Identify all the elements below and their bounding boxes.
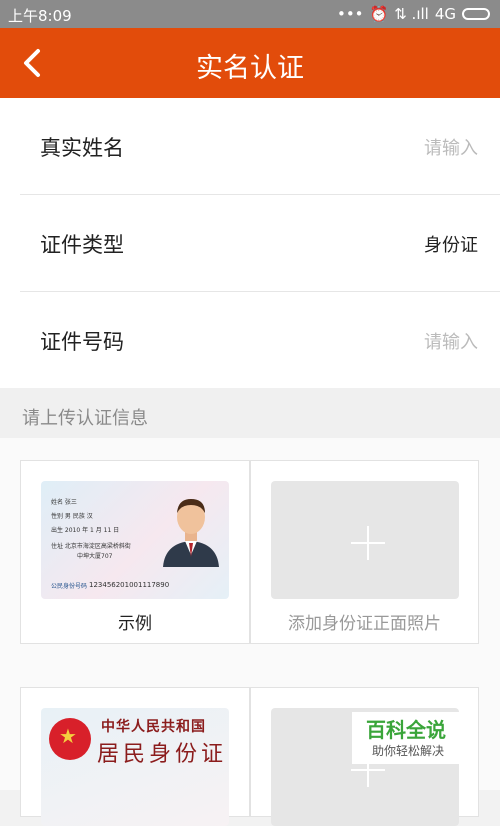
plus-icon bbox=[351, 526, 385, 560]
national-emblem-icon bbox=[49, 718, 91, 760]
front-photo-placeholder[interactable] bbox=[271, 481, 459, 599]
sample-back-cell: 中华人民共和国 居民身份证 bbox=[20, 687, 250, 826]
sample-id-card-image: 姓名 张三 性别 男 民族 汉 出生 2010 年 1 月 11 日 住址 北京… bbox=[41, 481, 229, 599]
portrait-icon bbox=[163, 499, 219, 567]
more-dots-icon: ••• bbox=[336, 5, 364, 23]
id-type-row[interactable]: 证件类型 身份证 bbox=[20, 195, 500, 292]
card-number: 123456201001117890 bbox=[89, 581, 170, 589]
watermark-logo: 百科全说 助你轻松解决 bbox=[352, 712, 462, 764]
back-card-title: 中华人民共和国 bbox=[101, 719, 206, 735]
sample-id-back-image: 中华人民共和国 居民身份证 bbox=[41, 708, 229, 826]
id-number-label: 证件号码 bbox=[40, 330, 124, 354]
upload-section-header: 请上传认证信息 bbox=[0, 388, 500, 438]
sample-cell: 姓名 张三 性别 男 民族 汉 出生 2010 年 1 月 11 日 住址 北京… bbox=[20, 460, 250, 644]
id-type-label: 证件类型 bbox=[40, 233, 124, 257]
card-line: 住址 北京市海淀区高梁桥斜街 bbox=[51, 543, 131, 550]
identity-form: 真实姓名 请输入 证件类型 身份证 证件号码 请输入 bbox=[0, 98, 500, 388]
sample-caption: 示例 bbox=[118, 614, 152, 634]
card-line: 性别 男 民族 汉 bbox=[51, 513, 93, 520]
real-name-row[interactable]: 真实姓名 请输入 bbox=[20, 98, 500, 195]
id-type-select[interactable]: 身份证 bbox=[424, 231, 478, 257]
id-number-input[interactable]: 请输入 bbox=[424, 328, 478, 354]
page-title: 实名认证 bbox=[196, 53, 304, 84]
real-name-label: 真实姓名 bbox=[40, 136, 124, 160]
back-card-subtitle: 居民身份证 bbox=[97, 742, 228, 767]
card-line: 出生 2010 年 1 月 11 日 bbox=[51, 527, 120, 534]
status-time: 上午8:09 bbox=[8, 7, 72, 25]
battery-icon bbox=[462, 8, 490, 20]
status-bar: 上午8:09 ••• ⏰ ⇅ .ıll 4G bbox=[0, 0, 500, 28]
add-front-caption: 添加身份证正面照片 bbox=[288, 614, 441, 634]
watermark-subtitle: 助你轻松解决 bbox=[372, 744, 445, 758]
card-number-label: 公民身份号码 bbox=[51, 583, 88, 590]
signal-icon: ⇅ .ıll bbox=[394, 5, 429, 23]
network-type: 4G bbox=[434, 5, 456, 23]
add-front-photo-cell[interactable]: 添加身份证正面照片 bbox=[250, 460, 479, 644]
alarm-clock-icon: ⏰ bbox=[369, 5, 389, 23]
real-name-input[interactable]: 请输入 bbox=[424, 134, 478, 160]
upload-section-title: 请上传认证信息 bbox=[22, 408, 148, 429]
id-number-row[interactable]: 证件号码 请输入 bbox=[20, 292, 500, 388]
status-icons: ••• ⏰ ⇅ .ıll 4G bbox=[337, 5, 490, 23]
header-bar: 实名认证 bbox=[0, 28, 500, 98]
watermark-title: 百科全说 bbox=[366, 718, 446, 742]
card-line: 中坤大厦707 bbox=[77, 553, 113, 560]
card-line: 姓名 张三 bbox=[51, 499, 77, 506]
